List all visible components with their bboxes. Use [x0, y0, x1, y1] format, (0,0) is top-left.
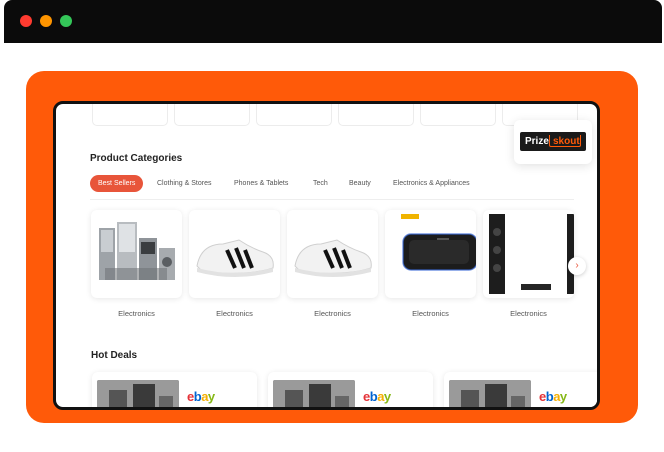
tab-tech[interactable]: Tech — [313, 175, 328, 192]
top-category-box[interactable] — [256, 104, 332, 126]
prizeskout-logo[interactable]: Prize skout — [514, 120, 592, 164]
product-card[interactable] — [189, 210, 280, 298]
top-category-box[interactable] — [338, 104, 414, 126]
product-label: Electronics — [510, 309, 547, 318]
tabs-divider — [90, 199, 574, 200]
ebay-logo: ebay — [539, 389, 567, 404]
product-label: Electronics — [118, 309, 155, 318]
white-sneaker-image — [294, 239, 372, 277]
chevron-right-icon: › — [575, 260, 579, 271]
deal-product-image — [449, 380, 531, 407]
product-categories-title: Product Categories — [90, 153, 183, 164]
window-titlebar — [4, 0, 662, 43]
top-category-box[interactable] — [174, 104, 250, 126]
tab-clothing-stores[interactable]: Clothing & Stores — [157, 175, 211, 192]
close-window-button[interactable] — [20, 15, 32, 27]
hot-deals-title: Hot Deals — [91, 350, 138, 361]
tab-phones-tablets[interactable]: Phones & Tablets — [234, 175, 288, 192]
tab-beauty[interactable]: Beauty — [349, 175, 371, 192]
ebay-logo: ebay — [363, 389, 391, 404]
white-sneaker-image — [196, 239, 274, 277]
tab-best-sellers[interactable]: Best Sellers — [90, 175, 144, 192]
home-theater-speakers-image — [489, 214, 574, 294]
product-label: Electronics — [216, 309, 253, 318]
bluetooth-speaker-image — [401, 214, 476, 271]
product-card[interactable] — [483, 210, 574, 298]
deal-card[interactable]: ebay — [92, 372, 257, 407]
product-label: Electronics — [412, 309, 449, 318]
deal-product-image — [273, 380, 355, 407]
deal-card[interactable]: ebay — [444, 372, 597, 407]
product-card[interactable] — [385, 210, 476, 298]
minimize-window-button[interactable] — [40, 15, 52, 27]
logo-text-prize: Prize — [525, 136, 549, 147]
product-label: Electronics — [314, 309, 351, 318]
maximize-window-button[interactable] — [60, 15, 72, 27]
tab-electronics-appliances[interactable]: Electronics & Appliances — [393, 175, 470, 192]
product-card[interactable] — [287, 210, 378, 298]
top-category-box[interactable] — [92, 104, 168, 126]
next-arrow-button[interactable]: › — [568, 257, 586, 275]
top-category-box[interactable] — [420, 104, 496, 126]
deal-card[interactable]: ebay — [268, 372, 433, 407]
kitchen-appliances-image — [99, 222, 175, 280]
logo-mark: Prize skout — [520, 132, 586, 151]
product-card[interactable] — [91, 210, 182, 298]
logo-text-skout: skout — [553, 136, 580, 147]
ebay-logo: ebay — [187, 389, 215, 404]
deal-product-image — [97, 380, 179, 407]
app-screen: Prize skout Product Categories Best Sell… — [53, 101, 600, 410]
